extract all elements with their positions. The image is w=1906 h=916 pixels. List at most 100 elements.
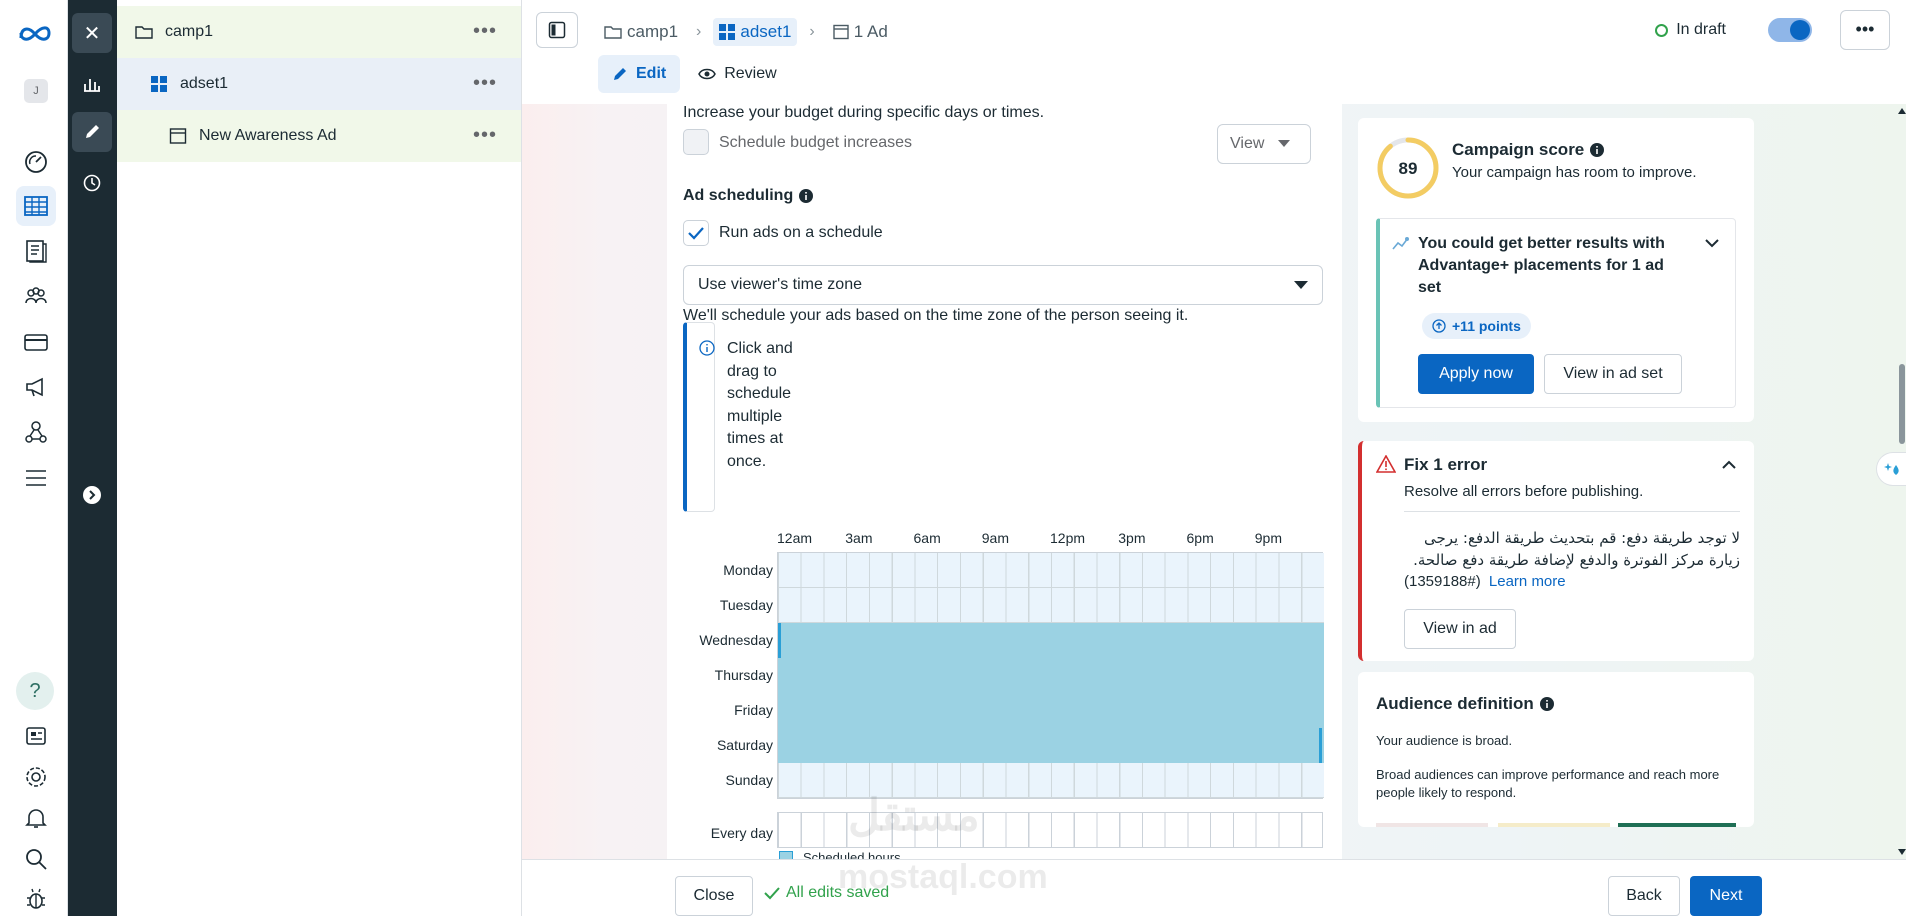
breadcrumb-label: camp1 [627, 22, 679, 41]
close-button[interactable]: Close [675, 876, 753, 916]
bar-chart-icon[interactable] [72, 64, 112, 104]
schedule-row[interactable] [778, 693, 1324, 728]
settings-gear-icon[interactable] [16, 757, 56, 797]
save-status-label: All edits saved [786, 884, 890, 901]
pencil-icon[interactable] [72, 112, 112, 152]
suggestion-text: You could get better results with Advant… [1418, 235, 1665, 296]
run-on-schedule-checkbox[interactable] [683, 220, 709, 246]
campaign-tree-panel: camp1 ••• adset1 ••• New Awareness Ad ••… [117, 0, 522, 916]
apply-now-button[interactable]: Apply now [1418, 354, 1534, 394]
more-options-icon[interactable]: ••• [473, 124, 497, 147]
more-menu-button[interactable]: ••• [1840, 10, 1890, 50]
check-icon [764, 887, 780, 900]
hour-label: 12am [777, 530, 813, 546]
account-avatar[interactable]: J [24, 79, 48, 103]
help-icon[interactable]: ? [16, 672, 54, 710]
search-icon[interactable] [16, 839, 56, 879]
billing-card-icon[interactable] [16, 322, 56, 362]
chevron-right-circle-icon[interactable] [72, 475, 112, 515]
adset-grid-icon [151, 76, 167, 92]
tree-item-adset[interactable]: adset1 ••• [117, 58, 521, 110]
schedule-row[interactable] [778, 623, 1324, 658]
audience-meter-mid [1498, 823, 1610, 827]
more-options-icon[interactable]: ••• [473, 20, 497, 43]
info-icon[interactable] [799, 189, 814, 203]
next-button[interactable]: Next [1690, 876, 1762, 916]
more-options-icon[interactable]: ••• [473, 72, 497, 95]
budget-description: Increase your budget during specific day… [683, 104, 1045, 121]
tool-strip: ✕ [68, 0, 117, 916]
clock-icon[interactable] [72, 163, 112, 203]
toggle-sidebar-button[interactable] [536, 12, 578, 48]
bottom-bar: Close All edits saved Back Next [522, 859, 1906, 916]
bug-icon[interactable] [16, 879, 56, 916]
draft-status: In draft [1655, 21, 1726, 39]
schedule-row[interactable] [778, 763, 1324, 798]
news-icon[interactable] [16, 716, 56, 756]
day-label: Sunday [725, 772, 773, 788]
adset-grid-icon [719, 24, 736, 40]
schedule-row[interactable] [778, 658, 1324, 693]
error-message-arabic: لا توجد طريقة دفع: قم بتحديث طريقة الدفع… [1413, 529, 1740, 569]
tab-edit[interactable]: Edit [598, 55, 681, 93]
campaign-on-off-toggle[interactable] [1768, 18, 1812, 42]
tree-item-label: camp1 [165, 23, 214, 40]
tab-review[interactable]: Review [684, 55, 790, 93]
close-icon[interactable]: ✕ [72, 13, 112, 53]
tab-label: Review [724, 65, 777, 82]
breadcrumb-ad[interactable]: 1 Ad [827, 18, 894, 46]
view-dropdown-button[interactable]: View [1217, 124, 1311, 164]
day-label: Wednesday [699, 632, 773, 648]
megaphone-icon[interactable] [16, 367, 56, 407]
timezone-select[interactable]: Use viewer's time zone [683, 265, 1323, 305]
audience-icon[interactable] [16, 276, 56, 316]
drag-handle-start[interactable] [778, 623, 781, 658]
breadcrumb-label: 1 Ad [853, 22, 888, 41]
edit-review-tabs: Edit Review [598, 55, 795, 93]
error-code: (1359188#) [1404, 573, 1481, 590]
schedule-row[interactable] [778, 553, 1324, 588]
day-label: Saturday [716, 737, 773, 753]
save-status: All edits saved [764, 884, 889, 902]
view-in-ad-set-button[interactable]: View in ad set [1544, 354, 1682, 394]
view-dropdown-label: View [1230, 135, 1265, 152]
info-icon[interactable] [1539, 697, 1554, 711]
chevron-down-icon[interactable] [1705, 239, 1719, 248]
breadcrumb-adset[interactable]: adset1 [713, 18, 798, 46]
network-icon[interactable] [16, 412, 56, 452]
tree-item-ad[interactable]: New Awareness Ad ••• [117, 110, 521, 162]
schedule-row[interactable] [778, 588, 1324, 623]
audience-meter-low [1376, 823, 1488, 827]
menu-icon[interactable] [16, 458, 56, 498]
pages-icon[interactable] [16, 231, 56, 271]
sparkle-drop-icon [1883, 463, 1899, 475]
meta-logo-icon[interactable] [18, 24, 52, 42]
score-subtitle: Your campaign has room to improve. [1452, 164, 1697, 181]
check-icon [688, 227, 704, 240]
breadcrumb-campaign[interactable]: camp1 [598, 18, 684, 46]
audience-title-text: Audience definition [1376, 694, 1534, 713]
chevron-up-icon[interactable] [1722, 460, 1736, 469]
info-icon[interactable] [1590, 143, 1605, 157]
table-grid-icon[interactable] [16, 186, 56, 226]
hour-label: 6am [913, 530, 941, 546]
view-in-ad-button[interactable]: View in ad [1404, 609, 1516, 649]
back-button[interactable]: Back [1608, 876, 1680, 916]
ai-assist-button[interactable] [1876, 452, 1906, 486]
error-code-line: (1359188#) Learn more [1404, 571, 1740, 593]
schedule-budget-checkbox[interactable] [683, 129, 709, 155]
learn-more-link[interactable]: Learn more [1489, 573, 1566, 590]
tree-item-campaign[interactable]: camp1 ••• [117, 6, 521, 58]
schedule-budget-label: Schedule budget increases [719, 134, 913, 151]
schedule-row[interactable] [778, 728, 1324, 763]
day-label: Thursday [714, 667, 773, 683]
schedule-grid[interactable] [777, 552, 1324, 799]
tree-item-label: adset1 [180, 75, 229, 92]
dashboard-gauge-icon[interactable] [16, 142, 56, 182]
every-day-row[interactable] [777, 812, 1323, 848]
bell-icon[interactable] [16, 798, 56, 838]
drag-handle-end[interactable] [1319, 728, 1322, 763]
hour-label: 6pm [1186, 530, 1214, 546]
info-callout-text: Click and drag to schedule multiple time… [727, 340, 793, 470]
editor-canvas: Increase your budget during specific day… [522, 104, 1906, 865]
